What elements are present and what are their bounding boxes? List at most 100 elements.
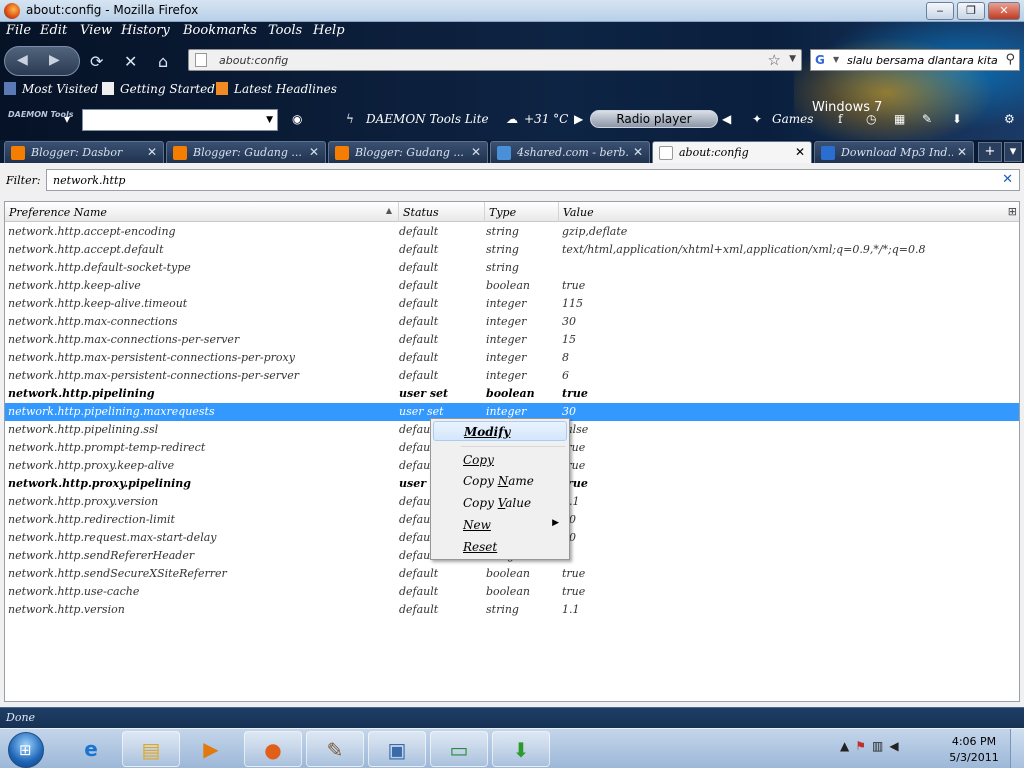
table-row[interactable]: network.http.sendSecureXSiteReferrer defa… bbox=[5, 565, 1019, 583]
facebook-icon[interactable]: f bbox=[838, 112, 842, 126]
bookmark-getting-started[interactable]: Getting Started bbox=[102, 82, 215, 96]
table-row[interactable]: network.http.default-socket-type default s… bbox=[5, 259, 1019, 277]
taskbar-paint[interactable]: ✎ bbox=[306, 731, 364, 767]
table-row[interactable]: network.http.use-cache default boolean true bbox=[5, 583, 1019, 601]
select-dropdown-icon[interactable]: ▼ bbox=[266, 115, 273, 125]
column-status[interactable]: Status bbox=[399, 202, 485, 222]
list-tabs-button[interactable]: ▾ bbox=[1004, 142, 1022, 162]
tab-blogger-dasbor[interactable]: Blogger: Dasbor ✕ bbox=[4, 141, 164, 163]
tab-close-icon[interactable]: ✕ bbox=[633, 145, 643, 159]
bookmark-latest-headlines[interactable]: Latest Headlines bbox=[216, 82, 337, 96]
menu-edit[interactable]: Edit bbox=[40, 23, 67, 38]
volume-icon[interactable]: ◀ bbox=[722, 112, 731, 126]
table-row[interactable]: network.http.version default string 1.1 bbox=[5, 601, 1019, 619]
tab-close-icon[interactable]: ✕ bbox=[795, 145, 805, 159]
maximize-button[interactable]: ❐ bbox=[957, 2, 985, 20]
tab-about-config[interactable]: about:config ✕ bbox=[652, 141, 812, 163]
menu-item-reset[interactable]: Reset bbox=[433, 537, 567, 557]
edit-icon[interactable]: ✎ bbox=[922, 112, 932, 126]
taskbar-internet-explorer[interactable]: e bbox=[62, 731, 120, 767]
play-icon[interactable]: ▶ bbox=[574, 112, 583, 126]
tab-4shared[interactable]: 4shared.com - berb... ✕ bbox=[490, 141, 650, 163]
minimize-button[interactable]: ‒ bbox=[926, 2, 954, 20]
tab-blogger-gudang-1[interactable]: Blogger: Gudang ... ✕ bbox=[166, 141, 326, 163]
temperature-label[interactable]: +31 °C bbox=[524, 112, 568, 126]
volume-icon[interactable]: ◀ bbox=[889, 739, 904, 753]
taskbar-explorer[interactable]: ▤ bbox=[122, 731, 180, 767]
table-row[interactable]: network.http.accept.default default string… bbox=[5, 241, 1019, 259]
menu-history[interactable]: History bbox=[121, 23, 170, 38]
reload-icon[interactable]: ⟳ bbox=[90, 52, 103, 71]
table-row[interactable]: network.http.accept-encoding default strin… bbox=[5, 223, 1019, 241]
menu-item-copy-name[interactable]: Copy Name bbox=[433, 471, 567, 491]
system-clock[interactable]: 4:06 PM 5/3/2011 bbox=[946, 734, 1002, 766]
menu-view[interactable]: View bbox=[80, 23, 112, 38]
menu-item-new[interactable]: New ▶ bbox=[433, 515, 567, 535]
back-arrow-icon[interactable]: ◀ bbox=[17, 52, 28, 68]
start-button[interactable]: ⊞ bbox=[8, 732, 44, 768]
toolbar-search-select[interactable]: ▼ bbox=[82, 109, 278, 131]
home-icon[interactable]: ⌂ bbox=[158, 52, 168, 71]
google-icon[interactable]: G bbox=[815, 53, 825, 67]
table-row[interactable]: network.http.max-persistent-connections-… bbox=[5, 349, 1019, 367]
daemon-dropdown-icon[interactable]: ▾ bbox=[64, 112, 70, 126]
weather-icon[interactable]: ☁ bbox=[506, 112, 518, 126]
show-hidden-icons[interactable]: ▲ bbox=[840, 739, 855, 753]
table-row[interactable]: network.http.max-persistent-connections-… bbox=[5, 367, 1019, 385]
table-row[interactable]: network.http.keep-alive.timeout default in… bbox=[5, 295, 1019, 313]
tab-blogger-gudang-2[interactable]: Blogger: Gudang ... ✕ bbox=[328, 141, 488, 163]
url-dropdown-icon[interactable]: ▼ bbox=[789, 54, 796, 64]
tab-close-icon[interactable]: ✕ bbox=[309, 145, 319, 159]
column-value[interactable]: Value bbox=[559, 202, 1019, 222]
globe-icon[interactable]: ◉ bbox=[292, 112, 302, 126]
tab-close-icon[interactable]: ✕ bbox=[471, 145, 481, 159]
tab-download-mp3[interactable]: Download Mp3 Ind... ✕ bbox=[814, 141, 974, 163]
menu-tools[interactable]: Tools bbox=[268, 23, 302, 38]
filter-input[interactable]: network.http ✕ bbox=[46, 169, 1020, 191]
taskbar-media-player[interactable]: ▶ bbox=[182, 731, 240, 767]
games-icon[interactable]: ✦ bbox=[752, 112, 762, 126]
search-bar[interactable]: G ▼ slalu bersama dlantara kita ⚲ bbox=[810, 49, 1020, 71]
table-row[interactable]: network.http.max-connections-per-server d… bbox=[5, 331, 1019, 349]
taskbar-task-manager[interactable]: ▭ bbox=[430, 731, 488, 767]
search-icon[interactable]: ⚲ bbox=[1005, 52, 1015, 67]
bookmark-most-visited[interactable]: Most Visited bbox=[4, 82, 98, 96]
menu-item-modify[interactable]: Modify bbox=[433, 421, 567, 441]
taskbar-firefox[interactable]: ● bbox=[244, 731, 302, 767]
column-type[interactable]: Type bbox=[485, 202, 559, 222]
close-button[interactable]: ✕ bbox=[988, 2, 1020, 20]
tab-close-icon[interactable]: ✕ bbox=[957, 145, 967, 159]
forward-arrow-icon[interactable]: ▶ bbox=[49, 52, 60, 68]
settings-gear-icon[interactable]: ⚙ bbox=[1004, 112, 1015, 126]
menu-help[interactable]: Help bbox=[313, 23, 345, 38]
tab-close-icon[interactable]: ✕ bbox=[147, 145, 157, 159]
bookmark-star-icon[interactable]: ☆ bbox=[768, 51, 781, 69]
menu-item-copy-value[interactable]: Copy Value bbox=[433, 493, 567, 513]
firefox-icon[interactable] bbox=[4, 3, 20, 19]
action-center-icon[interactable]: ⚑ bbox=[855, 739, 872, 753]
radio-player-select[interactable]: Radio player bbox=[590, 110, 718, 128]
network-icon[interactable]: ▥ bbox=[872, 739, 889, 753]
download-icon[interactable]: ⬇ bbox=[952, 112, 962, 126]
clock-icon[interactable]: ◷ bbox=[866, 112, 876, 126]
table-row[interactable]: network.http.max-connections default integ… bbox=[5, 313, 1019, 331]
url-bar[interactable]: about:config ☆ ▼ bbox=[188, 49, 802, 71]
stop-icon[interactable]: ✕ bbox=[124, 52, 137, 71]
search-engine-dropdown-icon[interactable]: ▼ bbox=[833, 55, 839, 64]
games-button[interactable]: Games bbox=[772, 112, 813, 126]
clear-filter-icon[interactable]: ✕ bbox=[1002, 172, 1013, 187]
taskbar-control-panel[interactable]: ▣ bbox=[368, 731, 426, 767]
calendar-icon[interactable]: ▦ bbox=[894, 112, 905, 126]
table-row[interactable]: network.http.keep-alive default boolean tru… bbox=[5, 277, 1019, 295]
column-picker-icon[interactable]: ⊞ bbox=[1008, 205, 1017, 218]
show-desktop-button[interactable] bbox=[1010, 729, 1024, 768]
menu-file[interactable]: File bbox=[6, 23, 31, 38]
column-preference-name[interactable]: Preference Name ▲ bbox=[5, 202, 399, 222]
daemon-tools-lite-button[interactable]: DAEMON Tools Lite bbox=[366, 112, 489, 126]
menu-bookmarks[interactable]: Bookmarks bbox=[183, 23, 257, 38]
menu-item-copy[interactable]: Copy bbox=[433, 450, 567, 470]
table-row[interactable]: network.http.pipelining user set boolean tr… bbox=[5, 385, 1019, 403]
new-tab-button[interactable]: + bbox=[978, 142, 1002, 162]
taskbar-download-manager[interactable]: ⬇ bbox=[492, 731, 550, 767]
daemon-lightning-icon[interactable]: ϟ bbox=[346, 112, 354, 126]
